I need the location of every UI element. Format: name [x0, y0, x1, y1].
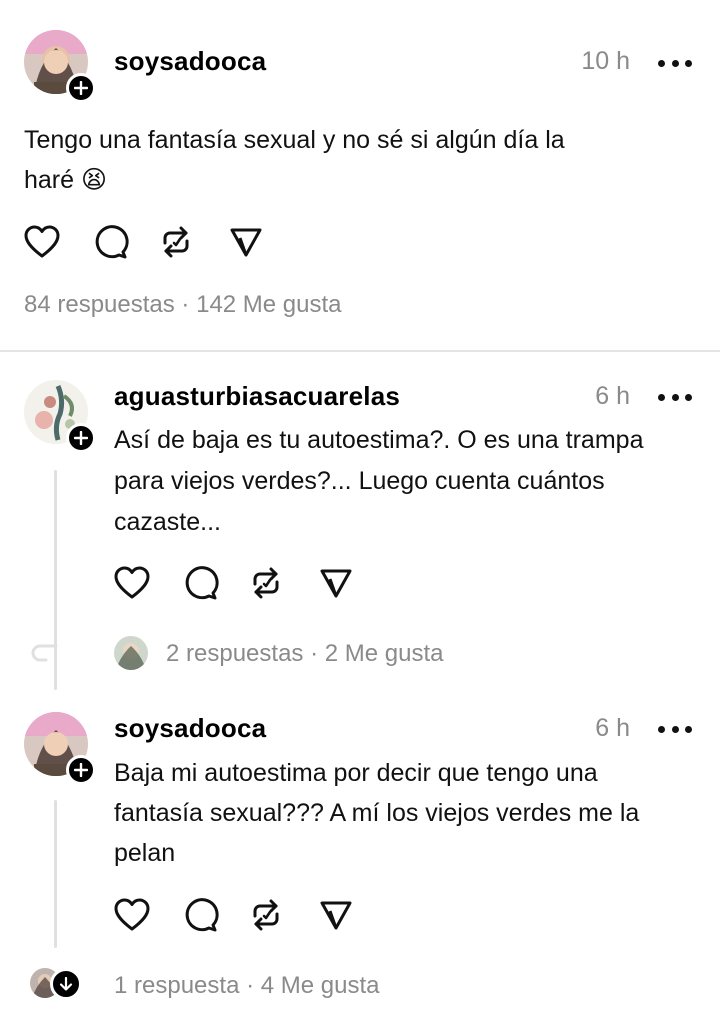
- send-icon[interactable]: [316, 895, 356, 935]
- thread-loop-icon: [28, 640, 64, 668]
- reply-text-line: Así de baja es tu autoestima?. O es una …: [114, 426, 644, 454]
- post-text-line-1: Tengo una fantasía sexual y no sé si alg…: [24, 126, 565, 154]
- comment-icon[interactable]: [90, 222, 130, 262]
- reply-text-line: fantasía sexual??? A mí los viejos verde…: [114, 799, 640, 827]
- reply-username[interactable]: soysadooca: [114, 713, 266, 744]
- heart-icon[interactable]: [112, 895, 152, 935]
- repost-icon[interactable]: [246, 563, 286, 603]
- post-username[interactable]: soysadooca: [114, 46, 266, 77]
- reply-text-line: Baja mi autoestima por decir que tengo u…: [114, 759, 598, 787]
- more-icon[interactable]: [658, 58, 692, 68]
- repost-icon[interactable]: [246, 895, 286, 935]
- follow-plus-icon[interactable]: [66, 73, 96, 103]
- reply-stats[interactable]: 2 respuestas · 2 Me gusta: [166, 640, 443, 668]
- post-time: 10 h: [581, 47, 630, 75]
- post-text-line-2: haré 😫: [24, 166, 108, 194]
- post-stats[interactable]: 84 respuestas · 142 Me gusta: [24, 291, 342, 319]
- more-icon[interactable]: [658, 392, 692, 402]
- divider: [0, 350, 720, 352]
- repost-icon[interactable]: [156, 222, 196, 262]
- reply-stats[interactable]: 1 respuesta · 4 Me gusta: [114, 972, 379, 1000]
- down-arrow-icon[interactable]: [50, 968, 82, 1000]
- comment-icon[interactable]: [180, 563, 220, 603]
- reply-text-line: para viejos verdes?... Luego cuenta cuán…: [114, 467, 605, 495]
- reply-text-line: cazaste...: [114, 508, 221, 536]
- follow-plus-icon[interactable]: [66, 755, 96, 785]
- replier-avatar: [114, 636, 148, 670]
- more-icon[interactable]: [658, 724, 692, 734]
- reply-text-line: pelan: [114, 839, 176, 867]
- send-icon[interactable]: [316, 563, 356, 603]
- follow-plus-icon[interactable]: [66, 423, 96, 453]
- send-icon[interactable]: [226, 222, 266, 262]
- comment-icon[interactable]: [180, 895, 220, 935]
- reply-time: 6 h: [595, 382, 630, 410]
- thread-line: [54, 800, 57, 948]
- reply-time: 6 h: [595, 714, 630, 742]
- heart-icon[interactable]: [22, 222, 62, 262]
- reply-username[interactable]: aguasturbiasacuarelas: [114, 381, 400, 412]
- heart-icon[interactable]: [112, 563, 152, 603]
